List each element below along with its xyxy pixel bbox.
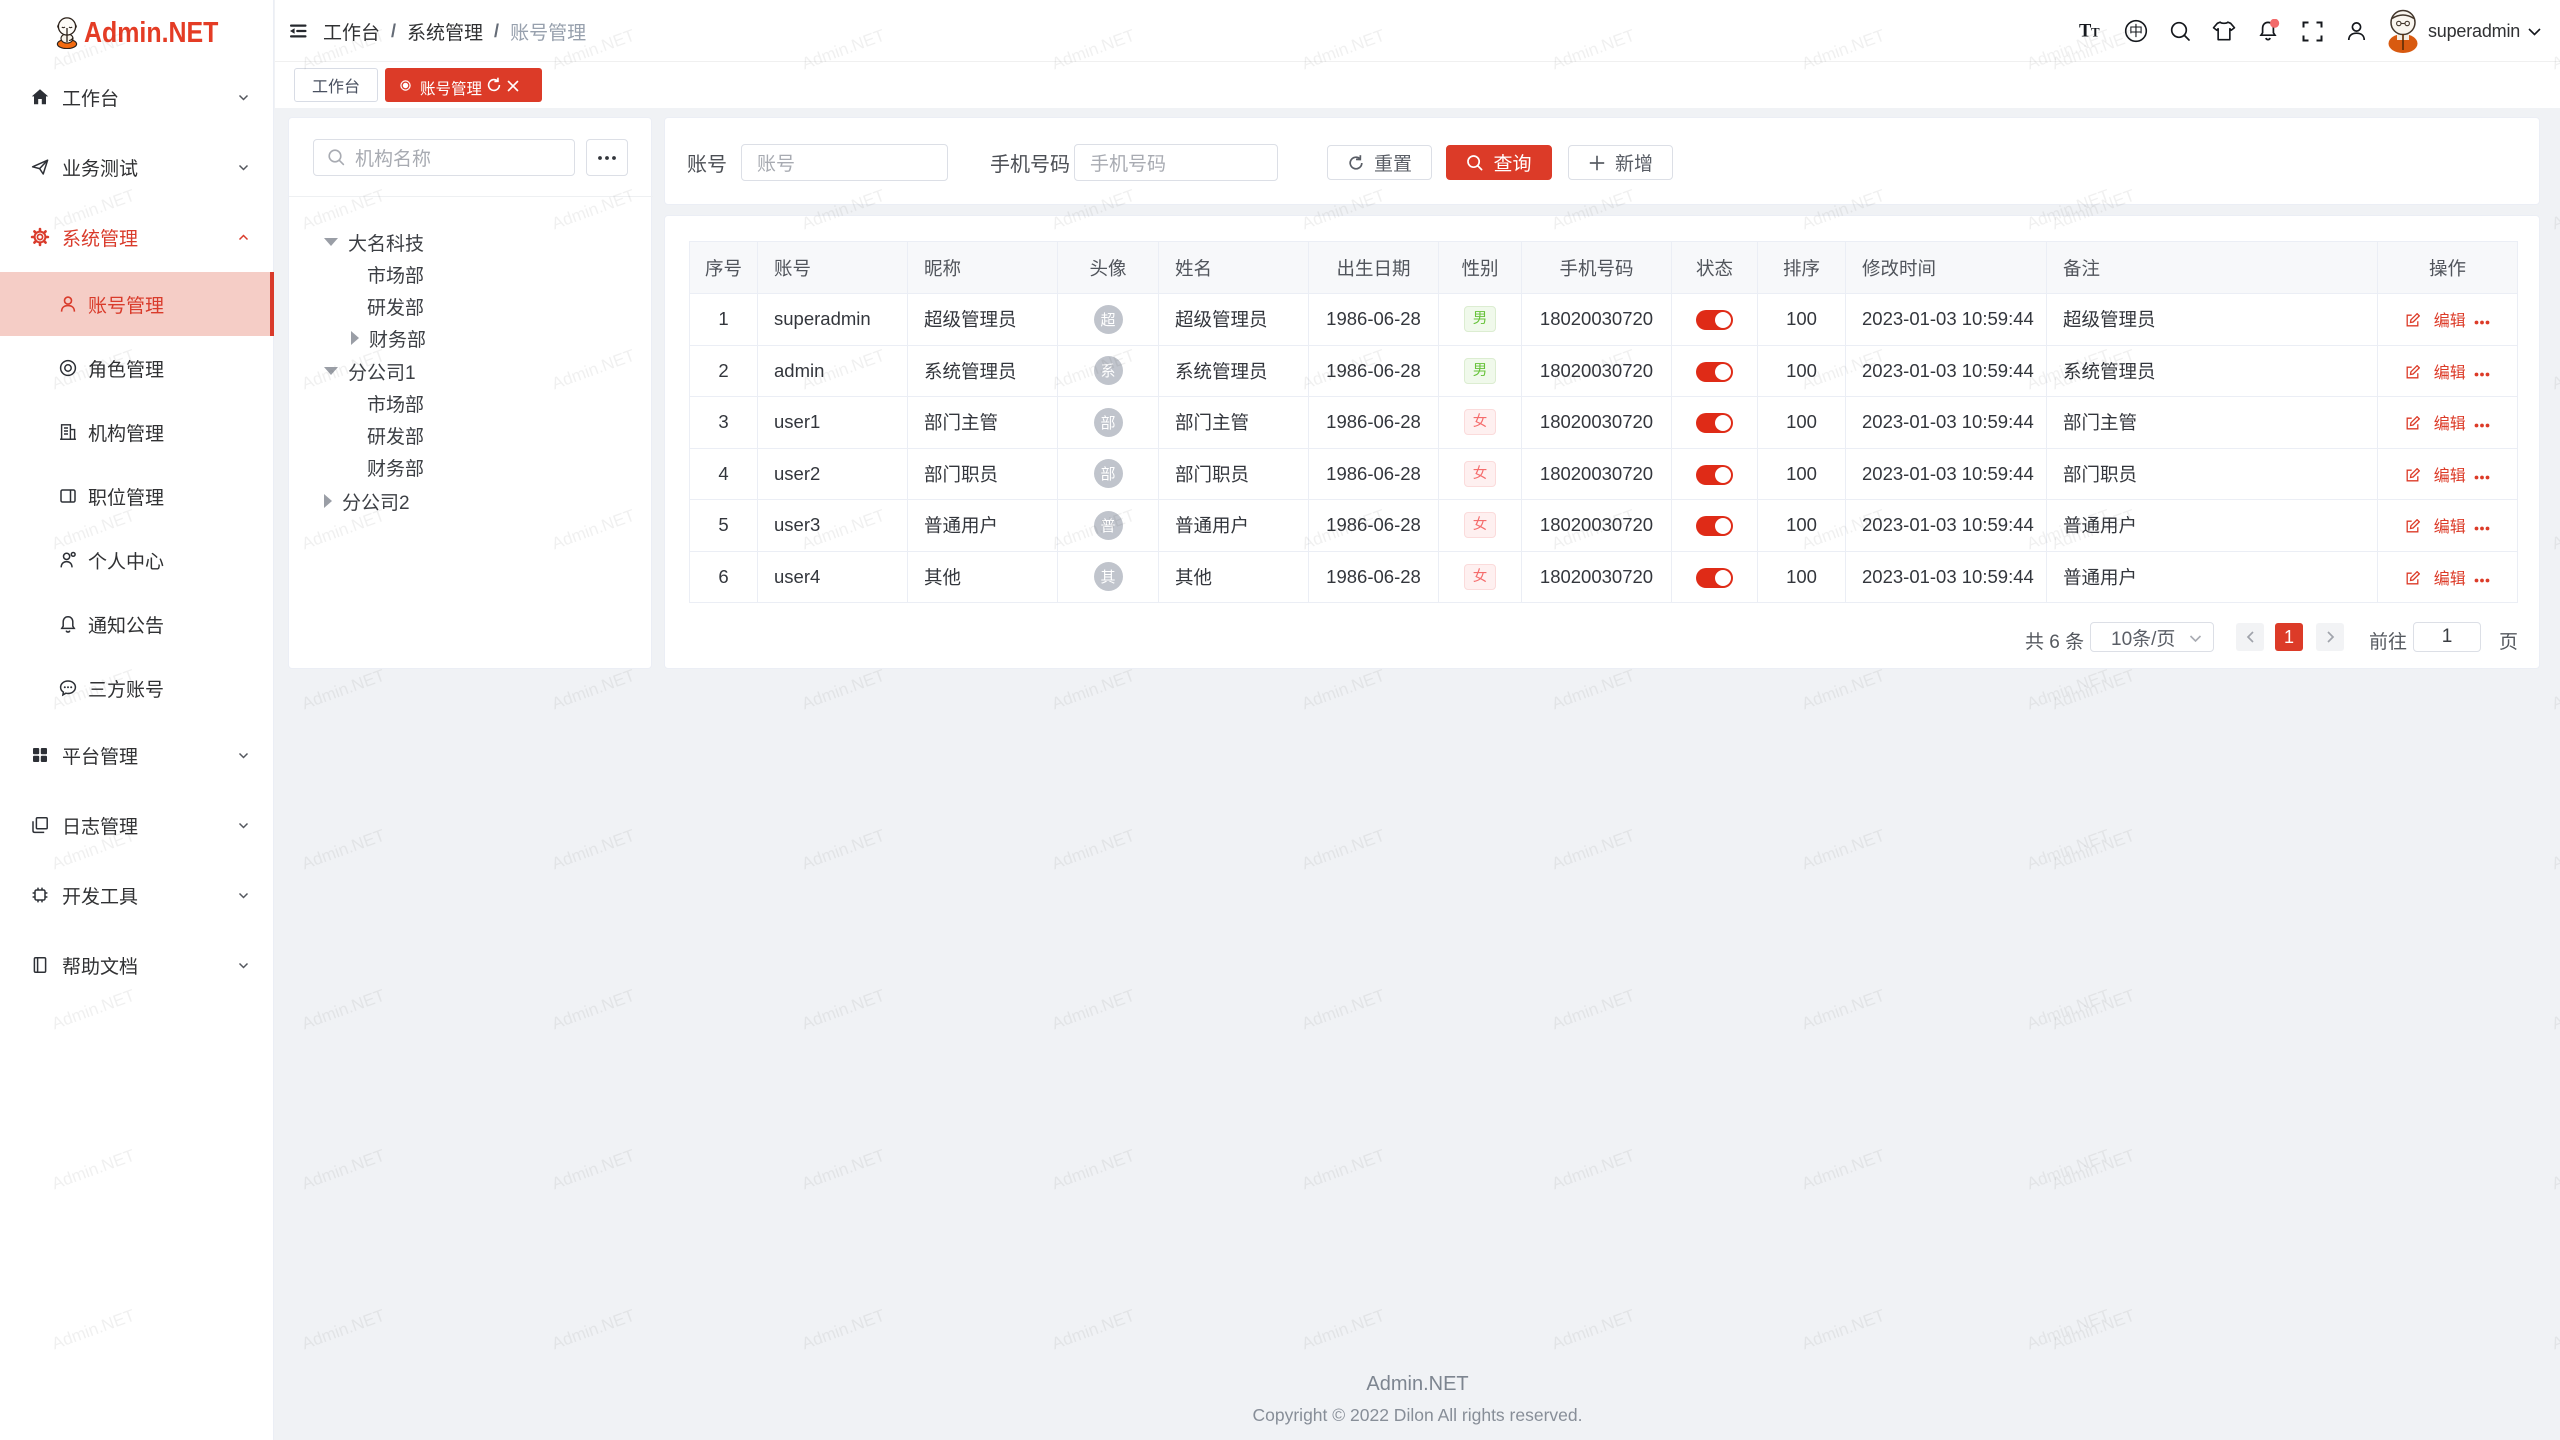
svg-text:T: T: [2079, 21, 2092, 41]
svg-text:T: T: [2091, 25, 2100, 40]
svg-text:中: 中: [2129, 23, 2143, 39]
